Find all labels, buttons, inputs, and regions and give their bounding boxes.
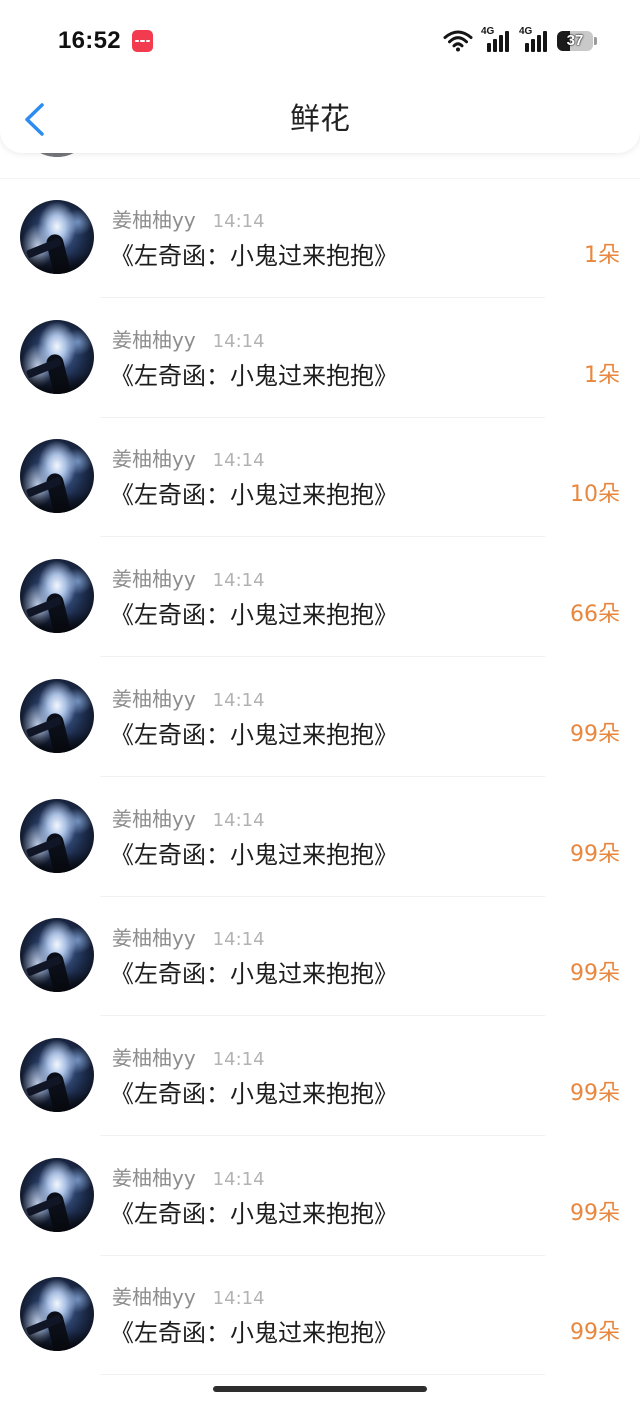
- sender-name: 姜柚柚yy: [112, 686, 196, 711]
- header: 16:52 4G 4G 37 鲜花: [0, 0, 640, 153]
- sender-name: 姜柚柚yy: [112, 208, 196, 232]
- flower-count: 1朵: [584, 362, 620, 388]
- signal-bars-icon: [525, 31, 547, 52]
- user-avatar[interactable]: [20, 678, 94, 753]
- sender-name: 姜柚柚yy: [112, 447, 196, 472]
- user-avatar[interactable]: [20, 918, 94, 993]
- flower-record-row[interactable]: 姜柚柚yy 14:14 《左奇函：小鬼过来抱抱》 1朵: [0, 298, 640, 418]
- sent-time: 14:14: [212, 330, 265, 352]
- flower-record-row[interactable]: 姜柚柚yy 14:14 《左奇函：小鬼过来抱抱》 66朵: [0, 537, 640, 658]
- sender-name: 姜柚柚yy: [112, 567, 196, 592]
- row-meta: 姜柚柚yy 14:14: [112, 1166, 265, 1190]
- row-meta: 姜柚柚yy 14:14: [112, 1046, 265, 1070]
- row-meta: 姜柚柚yy 14:14: [112, 208, 265, 232]
- battery-icon: 37: [557, 31, 598, 51]
- flower-count: 99朵: [570, 721, 620, 747]
- row-meta: 姜柚柚yy 14:14: [112, 926, 265, 950]
- sent-time: 14:14: [212, 689, 265, 711]
- row-divider: [100, 1374, 545, 1376]
- row-meta: 姜柚柚yy 14:14: [112, 807, 265, 831]
- sent-time: 14:14: [212, 211, 265, 232]
- user-avatar[interactable]: [20, 439, 94, 514]
- signal-bars-icon: [487, 31, 509, 52]
- work-title: 《左奇函：小鬼过来抱抱》: [110, 242, 398, 270]
- work-title: 《左奇函：小鬼过来抱抱》: [110, 720, 398, 749]
- user-avatar[interactable]: [20, 1277, 94, 1352]
- user-avatar[interactable]: [20, 1157, 94, 1232]
- red-app-notification-icon: [132, 30, 153, 52]
- row-meta: 姜柚柚yy 14:14: [112, 447, 265, 471]
- sent-time: 14:14: [212, 570, 265, 592]
- work-title: 《左奇函：小鬼过来抱抱》: [110, 601, 398, 630]
- flower-count: 99朵: [570, 961, 620, 987]
- flower-record-row[interactable]: 姜柚柚yy 14:14 《左奇函：小鬼过来抱抱》 1朵: [0, 178, 640, 298]
- flower-record-row[interactable]: 姜柚柚yy 14:14 《左奇函：小鬼过来抱抱》 99朵: [0, 657, 640, 777]
- battery-level-text: 37: [566, 32, 584, 49]
- cellular-signal-sim2: 4G: [519, 27, 549, 53]
- flower-count: 66朵: [570, 602, 620, 628]
- sent-time: 14:14: [212, 450, 265, 472]
- row-meta: 姜柚柚yy 14:14: [112, 567, 265, 591]
- sent-time: 14:14: [212, 1168, 265, 1190]
- flower-record-row[interactable]: 姜柚柚yy 14:14 《左奇函：小鬼过来抱抱》 99朵: [0, 777, 640, 897]
- work-title: 《左奇函：小鬼过来抱抱》: [110, 960, 398, 989]
- sent-time: 14:14: [212, 809, 265, 831]
- user-avatar[interactable]: [20, 319, 94, 394]
- work-title: 《左奇函：小鬼过来抱抱》: [110, 1079, 398, 1108]
- flower-record-row[interactable]: 姜柚柚yy 14:14 《左奇函：小鬼过来抱抱》 10朵: [0, 417, 640, 538]
- row-meta: 姜柚柚yy 14:14: [112, 1285, 265, 1309]
- status-time: 16:52: [58, 27, 121, 54]
- flower-record-row[interactable]: 姜柚柚yy 14:14 《左奇函：小鬼过来抱抱》 99朵: [0, 1136, 640, 1256]
- flower-count: 99朵: [570, 1320, 620, 1346]
- flower-record-row[interactable]: 姜柚柚yy 14:14 《左奇函：小鬼过来抱抱》 99朵: [0, 1016, 640, 1136]
- sender-name: 姜柚柚yy: [112, 1165, 196, 1190]
- row-meta: 姜柚柚yy 14:14: [112, 687, 265, 711]
- work-title: 《左奇函：小鬼过来抱抱》: [110, 840, 398, 869]
- flower-count: 99朵: [570, 1200, 620, 1226]
- work-title: 《左奇函：小鬼过来抱抱》: [110, 1319, 398, 1348]
- page-title: 鲜花: [290, 102, 350, 137]
- sender-name: 姜柚柚yy: [112, 1285, 196, 1310]
- flower-count: 99朵: [570, 841, 620, 867]
- row-meta: 姜柚柚yy 14:14: [112, 328, 265, 352]
- sender-name: 姜柚柚yy: [112, 1045, 196, 1070]
- sender-name: 姜柚柚yy: [112, 806, 196, 831]
- flower-list[interactable]: 姜柚柚yy 14:14 《左奇函：小鬼过来抱抱》 1朵 姜柚柚yy 14:14 …: [0, 0, 640, 1380]
- user-avatar[interactable]: [20, 559, 94, 634]
- user-avatar[interactable]: [20, 200, 94, 274]
- sender-name: 姜柚柚yy: [112, 926, 196, 951]
- work-title: 《左奇函：小鬼过来抱抱》: [110, 481, 398, 510]
- home-indicator[interactable]: [213, 1386, 427, 1392]
- sent-time: 14:14: [212, 1288, 265, 1310]
- user-avatar[interactable]: [20, 1037, 94, 1112]
- work-title: 《左奇函：小鬼过来抱抱》: [110, 1199, 398, 1228]
- sent-time: 14:14: [212, 1048, 265, 1070]
- flower-count: 99朵: [570, 1080, 620, 1106]
- flower-count: 10朵: [570, 482, 620, 508]
- sender-name: 姜柚柚yy: [112, 327, 196, 352]
- user-avatar[interactable]: [20, 798, 94, 873]
- sent-time: 14:14: [212, 929, 265, 951]
- work-title: 《左奇函：小鬼过来抱抱》: [110, 361, 398, 390]
- cellular-signal-sim1: 4G: [481, 27, 511, 53]
- flower-record-row[interactable]: 姜柚柚yy 14:14 《左奇函：小鬼过来抱抱》 99朵: [0, 896, 640, 1017]
- wifi-icon: [443, 30, 473, 52]
- flower-count: 1朵: [584, 243, 620, 268]
- flower-record-row[interactable]: 姜柚柚yy 14:14 《左奇函：小鬼过来抱抱》 99朵: [0, 1255, 640, 1376]
